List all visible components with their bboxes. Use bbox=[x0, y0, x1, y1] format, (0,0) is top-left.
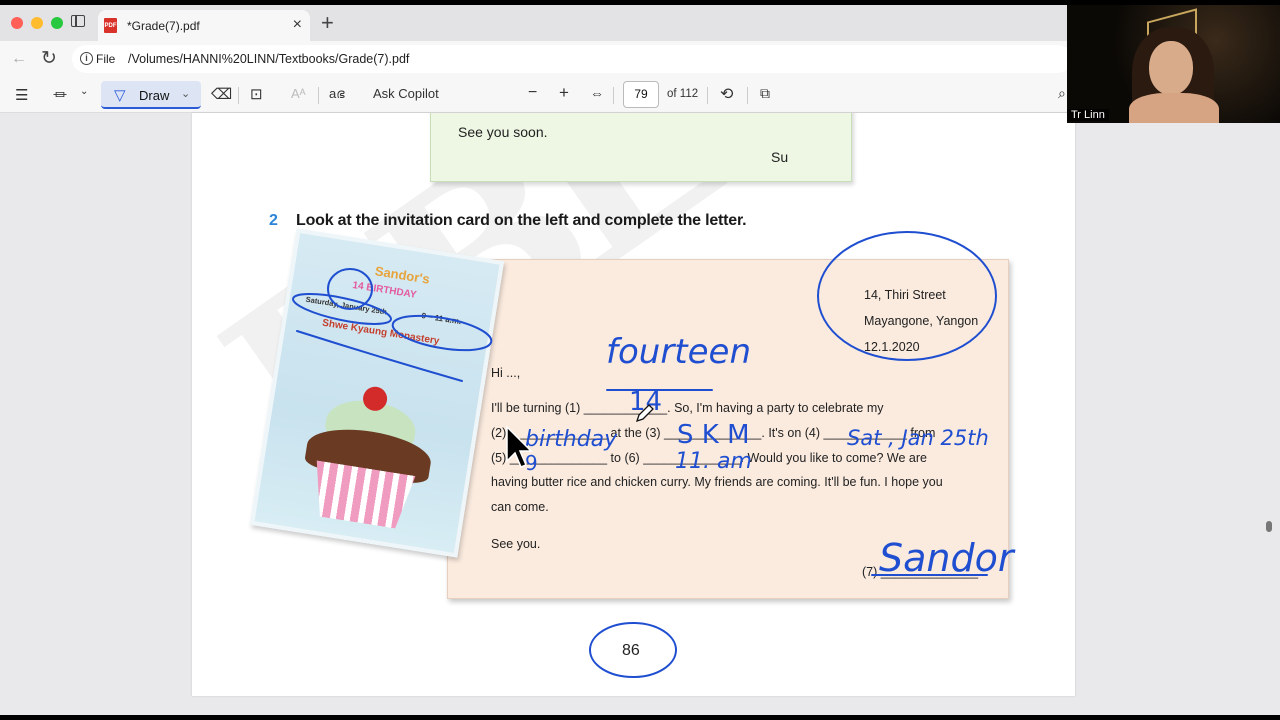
previous-letter-box: See you soon. Su bbox=[430, 113, 852, 182]
letter-line-5: can come. bbox=[491, 500, 549, 514]
ask-copilot-button[interactable]: Ask Copilot bbox=[373, 86, 439, 101]
page-view-icon[interactable]: ⧉ bbox=[760, 85, 770, 102]
tab-pdf[interactable]: PDF *Grade(7).pdf × bbox=[98, 10, 310, 41]
draw-button[interactable]: ▽ Draw ⌄ bbox=[101, 81, 201, 109]
letter-line-2: (2) ______________ at the (3) __________… bbox=[491, 426, 936, 440]
previous-letter-signature: Su bbox=[771, 149, 789, 165]
card-time: 9 – 11 a.m. bbox=[420, 311, 462, 327]
address-line-1: 14, Thiri Street bbox=[864, 288, 946, 302]
page-total-label: of 112 bbox=[667, 88, 699, 100]
webcam-overlay: Tr Linn bbox=[1067, 5, 1280, 123]
toolbar-divider bbox=[707, 87, 708, 104]
card-name: Sandor's bbox=[373, 263, 431, 287]
maximize-window-button[interactable] bbox=[51, 17, 63, 29]
close-window-button[interactable] bbox=[11, 17, 23, 29]
search-icon[interactable]: ⌕ bbox=[1058, 85, 1066, 102]
previous-letter-closing: See you soon. bbox=[458, 124, 548, 140]
url-scheme-label: File bbox=[96, 52, 116, 66]
close-tab-icon[interactable]: × bbox=[293, 16, 302, 34]
new-tab-button[interactable]: + bbox=[321, 10, 334, 36]
address-line-2: Mayangone, Yangon bbox=[864, 314, 979, 328]
tab-title: *Grade(7).pdf bbox=[127, 19, 200, 33]
fit-width-icon[interactable]: ⇔ bbox=[590, 85, 604, 101]
reload-icon[interactable]: ↻ bbox=[41, 47, 57, 70]
pdf-file-icon: PDF bbox=[104, 18, 117, 33]
letter-closing: See you. bbox=[491, 537, 541, 551]
toolbar-divider bbox=[613, 87, 614, 104]
card-venue: Shwe Kyaung Monastery bbox=[321, 317, 441, 348]
page-number: 86 bbox=[622, 642, 640, 659]
zoom-out-button[interactable]: − bbox=[528, 84, 537, 102]
question-number: 2 bbox=[269, 212, 278, 229]
pen-icon: ▽ bbox=[114, 87, 126, 104]
tab-actions-icon[interactable] bbox=[71, 15, 85, 27]
vertical-scrollbar[interactable] bbox=[1266, 521, 1272, 532]
letter-line-3: (5) ______________ to (6) ______________… bbox=[491, 451, 927, 465]
url-text[interactable]: /Volumes/HANNI%20LINN/Textbooks/Grade(7)… bbox=[128, 52, 409, 66]
translate-icon[interactable]: a‍ഭ bbox=[329, 86, 345, 102]
toolbar-divider bbox=[747, 87, 748, 104]
read-aloud-icon[interactable]: Aᴬ bbox=[291, 86, 306, 101]
chevron-down-icon[interactable]: ⌄ bbox=[181, 87, 190, 100]
pencil-cursor-icon bbox=[635, 404, 654, 423]
card-date: Saturday, January 25th bbox=[305, 294, 388, 317]
contents-list-icon[interactable]: ☰ bbox=[15, 86, 28, 104]
eraser-icon[interactable]: ⌫ bbox=[211, 85, 232, 103]
toolbar-divider bbox=[238, 87, 239, 104]
address-bar[interactable]: i File /Volumes/HANNI%20LINN/Textbooks/G… bbox=[72, 45, 1072, 73]
letter-line-1: I'll be turning (1) ____________. So, I'… bbox=[491, 401, 884, 415]
presenter-face bbox=[1149, 41, 1193, 95]
toolbar-divider bbox=[318, 87, 319, 104]
rotate-icon[interactable]: ⟲ bbox=[720, 84, 733, 104]
signature-blank: (7) ______________ bbox=[862, 565, 979, 579]
back-arrow-icon[interactable]: ← bbox=[11, 50, 27, 68]
info-icon[interactable]: i bbox=[80, 52, 93, 65]
highlight-icon[interactable]: ⏛ bbox=[53, 85, 67, 105]
page-number-input[interactable]: 79 bbox=[623, 81, 659, 108]
text-box-icon[interactable]: ⊡ bbox=[250, 85, 263, 103]
zoom-in-button[interactable]: + bbox=[559, 83, 569, 103]
letter-greeting: Hi ..., bbox=[491, 366, 521, 380]
highlight-chevron-icon[interactable]: ⌄ bbox=[80, 86, 88, 97]
question-text: Look at the invitation card on the left … bbox=[296, 212, 747, 229]
presenter-body bbox=[1129, 93, 1219, 123]
minimize-window-button[interactable] bbox=[31, 17, 43, 29]
mouse-pointer-icon bbox=[506, 425, 533, 468]
letter-date: 12.1.2020 bbox=[864, 340, 920, 354]
draw-label: Draw bbox=[139, 88, 170, 103]
letter-line-4: having butter rice and chicken curry. My… bbox=[491, 475, 943, 489]
presenter-name-label: Tr Linn bbox=[1067, 109, 1109, 121]
